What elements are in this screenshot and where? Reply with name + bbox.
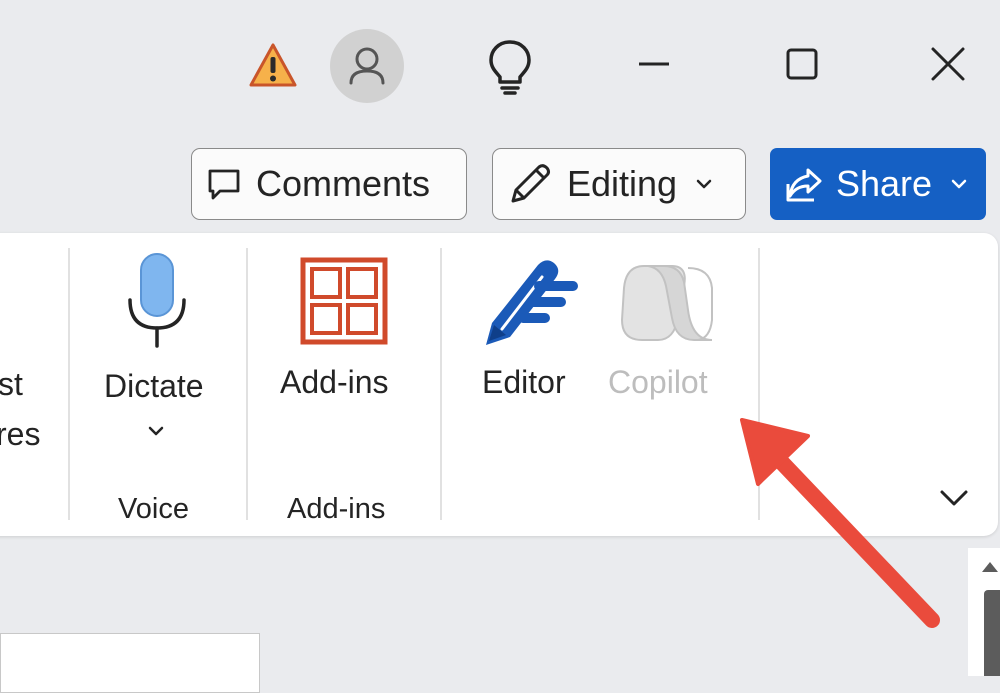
document-page[interactable]: [0, 633, 260, 693]
chevron-down-icon[interactable]: [147, 424, 165, 440]
editing-mode-button[interactable]: Editing: [492, 148, 746, 220]
ribbon-separator: [246, 248, 248, 520]
editor-icon[interactable]: [480, 255, 580, 351]
ribbon-item-partial-line1: st: [0, 366, 23, 402]
dictate-button[interactable]: Dictate: [104, 368, 204, 405]
share-icon: [786, 168, 822, 202]
comments-button[interactable]: Comments: [191, 148, 467, 220]
dictate-label: Dictate: [104, 368, 204, 404]
copilot-button[interactable]: Copilot: [608, 364, 708, 401]
addins-group-label: Add-ins: [287, 493, 385, 526]
copilot-label: Copilot: [608, 364, 708, 400]
addins-label: Add-ins: [280, 364, 389, 400]
chevron-down-icon: [951, 179, 967, 189]
account-avatar[interactable]: [330, 29, 404, 103]
microphone-icon[interactable]: [124, 250, 190, 350]
scroll-up-icon[interactable]: [980, 558, 1000, 574]
voice-group-label: Voice: [118, 493, 189, 526]
close-icon[interactable]: [924, 40, 972, 88]
pencil-icon: [511, 164, 550, 203]
chevron-down-icon: [696, 179, 712, 189]
account-icon: [349, 47, 385, 85]
comment-icon: [208, 169, 240, 200]
addins-icon[interactable]: [300, 257, 388, 345]
editor-label: Editor: [482, 364, 566, 400]
ribbon-item-partial-line2: res: [0, 416, 41, 452]
scrollbar-thumb[interactable]: [984, 590, 1000, 676]
lightbulb-icon[interactable]: [484, 38, 536, 96]
share-button[interactable]: Share: [770, 148, 986, 220]
editor-button[interactable]: Editor: [482, 364, 566, 401]
share-label: Share: [836, 163, 933, 204]
ribbon-item-partial[interactable]: st: [0, 366, 23, 403]
annotation-arrow: [740, 418, 940, 628]
addins-button[interactable]: Add-ins: [280, 364, 389, 401]
warning-icon[interactable]: [248, 40, 298, 90]
ribbon-separator: [440, 248, 442, 520]
maximize-icon[interactable]: [778, 40, 826, 88]
minimize-icon[interactable]: [630, 40, 678, 88]
comments-label: Comments: [256, 163, 431, 204]
editing-label: Editing: [567, 163, 678, 204]
ribbon-separator: [68, 248, 70, 520]
copilot-icon: [620, 265, 713, 341]
ribbon-item-partial-2[interactable]: res: [0, 416, 40, 453]
addins-group-text: Add-ins: [287, 493, 386, 525]
voice-group-text: Voice: [118, 493, 189, 525]
